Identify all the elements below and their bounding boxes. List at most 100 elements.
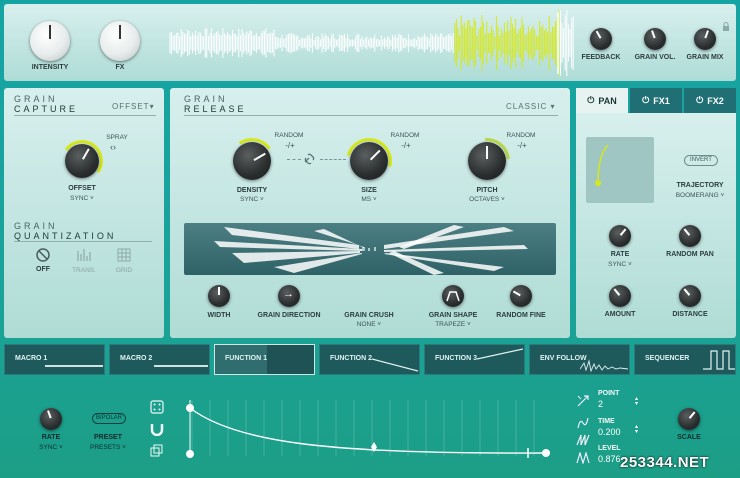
pitch-label: PITCH xyxy=(476,187,498,194)
func-rate-knob[interactable] xyxy=(40,408,62,430)
power-icon: ⏻ xyxy=(587,95,595,105)
offset-sync-dropdown[interactable]: SYNC ˅ xyxy=(62,195,102,202)
pan-trajectory-display[interactable] xyxy=(586,137,654,203)
pitch-knob[interactable] xyxy=(468,142,506,180)
invert-button[interactable]: INVERT xyxy=(684,155,718,166)
point-add-icon[interactable] xyxy=(576,394,590,408)
width-knob[interactable] xyxy=(208,285,230,307)
point-label: POINT xyxy=(598,390,620,397)
random-fine-knob[interactable] xyxy=(510,285,532,307)
level-value[interactable]: 0.876 xyxy=(598,454,621,464)
random-fine-label: RANDOM FINE xyxy=(496,312,546,319)
fx-knob[interactable] xyxy=(100,21,140,61)
grain-vol-knob[interactable] xyxy=(644,28,666,50)
scale-knob[interactable] xyxy=(678,408,700,430)
capture-mode-dropdown[interactable]: OFFSET▾ xyxy=(112,102,155,111)
quant-trans-label: TRANS. xyxy=(72,267,96,274)
quant-trans-icon[interactable] xyxy=(76,247,92,263)
point-stepper[interactable]: ▴ ▾ xyxy=(635,396,638,407)
func-rate-sync-dropdown[interactable]: SYNC ˅ xyxy=(31,444,71,451)
time-stepper[interactable]: ▴ ▾ xyxy=(635,424,638,435)
trapeze-shape-icon xyxy=(446,291,460,302)
offset-knob[interactable] xyxy=(65,144,99,178)
distance-label: DISTANCE xyxy=(672,311,708,318)
watermark: 253344.NET xyxy=(620,454,710,471)
copy-icon[interactable] xyxy=(150,444,164,458)
bipolar-button[interactable]: BIPOLAR xyxy=(92,413,126,424)
release-mode-dropdown[interactable]: CLASSIC ▾ xyxy=(506,102,555,111)
mod-function-3[interactable]: FUNCTION 3 xyxy=(424,344,525,375)
mod-sequencer[interactable]: SEQUENCER xyxy=(634,344,736,375)
spray-label: SPRAY xyxy=(106,134,128,141)
grain-visualizer xyxy=(184,223,556,275)
link-icon[interactable] xyxy=(302,152,318,166)
grain-capture-panel: GRAIN CAPTURE OFFSET▾ SPRAY ‹› OFFSET SYN… xyxy=(4,88,164,338)
grain-release-panel: GRAIN RELEASE CLASSIC ▾ RANDOM -/+ DENSIT… xyxy=(170,88,570,338)
scale-label: SCALE xyxy=(677,434,701,441)
grain-mix-label: GRAIN MIX xyxy=(686,54,724,61)
density-random-toggle[interactable]: -/+ xyxy=(280,141,300,150)
tab-fx1[interactable]: ⏻ FX1 xyxy=(630,88,682,113)
density-sync-dropdown[interactable]: SYNC ˅ xyxy=(230,196,274,203)
quant-grid-label: GRID xyxy=(115,267,133,274)
time-value[interactable]: 0.200 xyxy=(598,427,621,437)
trajectory-label: TRAJECTORY xyxy=(676,182,724,189)
pan-amount-knob[interactable] xyxy=(609,285,631,307)
distance-knob[interactable] xyxy=(679,285,701,307)
tab-fx2[interactable]: ⏻ FX2 xyxy=(684,88,736,113)
intensity-label: INTENSITY xyxy=(31,64,69,71)
time-label: TIME xyxy=(598,418,615,425)
width-label: WIDTH xyxy=(207,312,231,319)
pitch-octaves-dropdown[interactable]: OCTAVES ˅ xyxy=(462,196,512,203)
function-curve-editor[interactable] xyxy=(184,386,564,478)
pan-panel: INVERT TRAJECTORY BOOMERANG ˅ RATE SYNC … xyxy=(576,113,736,338)
lock-icon[interactable] xyxy=(722,22,730,32)
curve-type-icon[interactable] xyxy=(576,416,590,430)
magnet-icon[interactable] xyxy=(150,422,164,436)
trajectory-dropdown[interactable]: BOOMERANG ˅ xyxy=(670,192,730,199)
presets-dropdown[interactable]: PRESETS ˅ xyxy=(86,444,130,451)
sawtooth-icon[interactable] xyxy=(576,434,590,446)
random-pan-knob[interactable] xyxy=(679,225,701,247)
level-label: LEVEL xyxy=(598,445,621,452)
mod-macro-2[interactable]: MACRO 2 xyxy=(109,344,210,375)
grain-crush-label: GRAIN CRUSH xyxy=(344,312,394,319)
power-icon: ⏻ xyxy=(642,95,650,105)
spray-arrows-icon[interactable]: ‹› xyxy=(110,142,116,152)
random-pan-label: RANDOM PAN xyxy=(666,251,714,258)
grain-shape-button[interactable] xyxy=(442,285,464,307)
mod-function-1[interactable]: FUNCTION 1 xyxy=(214,344,315,375)
pitch-random-toggle[interactable]: -/+ xyxy=(512,141,532,150)
tab-pan[interactable]: ⏻ PAN xyxy=(576,88,628,113)
feedback-label: FEEDBACK xyxy=(581,54,621,61)
grain-crush-dropdown[interactable]: NONE ˅ xyxy=(349,321,389,328)
pan-rate-knob[interactable] xyxy=(609,225,631,247)
input-waveform xyxy=(169,10,574,76)
quant-off-label: OFF xyxy=(36,266,50,273)
size-ms-dropdown[interactable]: MS ˅ xyxy=(347,196,391,203)
release-title: GRAIN RELEASE xyxy=(184,94,247,114)
preset-label: PRESET xyxy=(93,434,122,441)
grain-direction-button[interactable]: → xyxy=(278,285,300,307)
pan-rate-sync-dropdown[interactable]: SYNC ˅ xyxy=(600,261,640,268)
mod-macro-1[interactable]: MACRO 1 xyxy=(4,344,105,375)
function-curve xyxy=(189,407,547,454)
mod-env-follow[interactable]: ENV FOLLOW xyxy=(529,344,630,375)
size-random-label: RANDOM xyxy=(390,132,420,139)
curve-point xyxy=(542,449,550,457)
mod-function-2[interactable]: FUNCTION 2 xyxy=(319,344,420,375)
intensity-knob[interactable] xyxy=(30,21,70,61)
grain-shape-dropdown[interactable]: TRAPEZE ˅ xyxy=(423,321,483,328)
point-value[interactable]: 2 xyxy=(598,399,603,409)
feedback-knob[interactable] xyxy=(590,28,612,50)
dice-icon[interactable] xyxy=(150,400,164,414)
grain-vol-label: GRAIN VOL. xyxy=(634,54,676,61)
size-knob[interactable] xyxy=(350,142,388,180)
quant-off-icon[interactable] xyxy=(35,247,51,263)
quantization-title: GRAIN QUANTIZATION xyxy=(14,221,117,241)
size-random-toggle[interactable]: -/+ xyxy=(396,141,416,150)
triangle-wave-icon[interactable] xyxy=(576,452,590,464)
quant-grid-icon[interactable] xyxy=(116,247,132,263)
density-knob[interactable] xyxy=(233,142,271,180)
grain-mix-knob[interactable] xyxy=(694,28,716,50)
